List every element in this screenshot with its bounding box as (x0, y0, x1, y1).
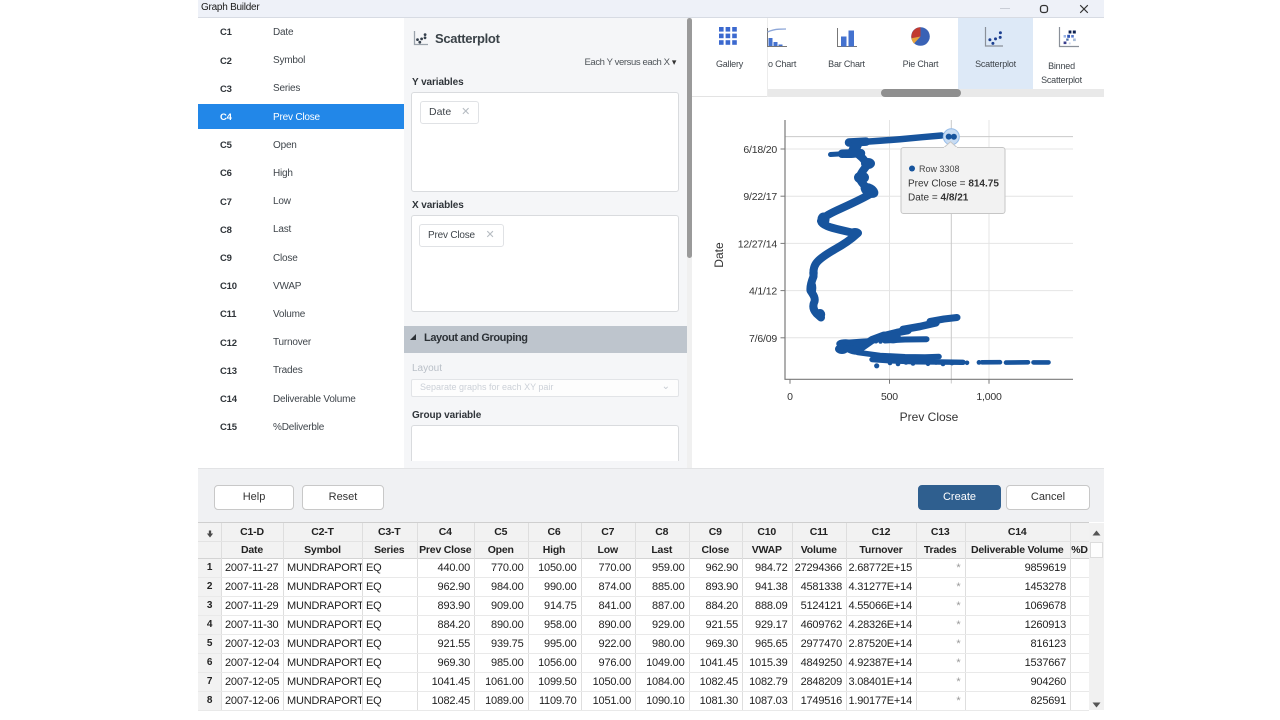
svg-text:1,000: 1,000 (976, 391, 1002, 403)
svg-text:12/27/14: 12/27/14 (738, 238, 778, 250)
svg-text:Prev Close: Prev Close (900, 410, 959, 424)
svg-text:0: 0 (787, 391, 793, 403)
svg-text:Date: Date (712, 242, 726, 268)
svg-text:Date = 4/8/21: Date = 4/8/21 (908, 193, 969, 204)
svg-text:9/22/17: 9/22/17 (743, 191, 777, 203)
svg-text:500: 500 (881, 391, 898, 403)
svg-text:Row 3308: Row 3308 (919, 164, 960, 174)
svg-text:7/6/09: 7/6/09 (749, 333, 777, 345)
svg-text:6/18/20: 6/18/20 (743, 144, 777, 156)
svg-text:4/1/12: 4/1/12 (749, 286, 777, 298)
svg-text:Prev Close = 814.75: Prev Close = 814.75 (908, 179, 999, 190)
